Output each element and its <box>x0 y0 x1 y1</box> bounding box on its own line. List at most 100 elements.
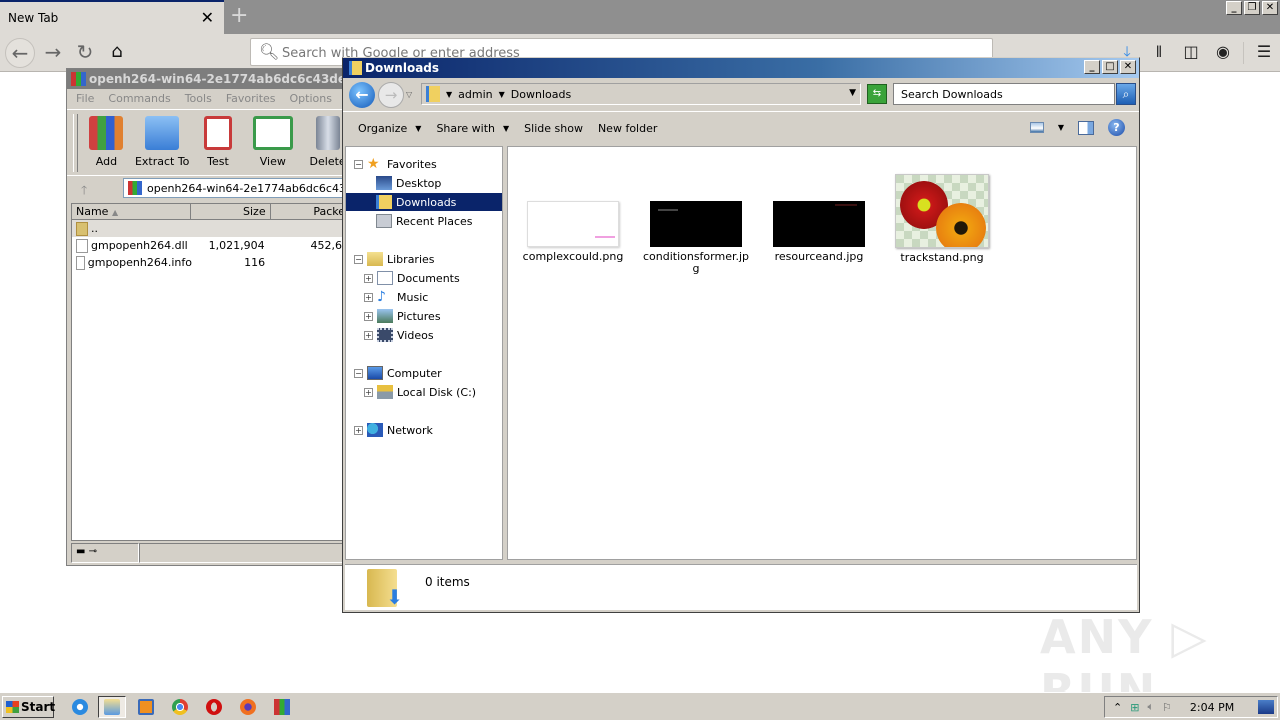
menu-options[interactable]: Options <box>290 92 332 109</box>
back-button[interactable]: ← <box>5 38 35 68</box>
help-icon[interactable]: ? <box>1108 119 1125 136</box>
collapse-icon[interactable]: − <box>354 254 363 264</box>
list-item[interactable]: gmpopenh264.dll 1,021,904 452,690 <box>72 237 356 254</box>
expand-icon[interactable]: + <box>364 273 373 283</box>
sort-asc-icon: ▲ <box>111 208 119 217</box>
new-tab-button[interactable]: + <box>230 3 248 28</box>
taskbar-explorer[interactable] <box>98 696 126 718</box>
internet-explorer-icon <box>72 699 88 715</box>
list-item-parent[interactable]: .. <box>72 220 356 237</box>
organize-button[interactable]: Organize ▼ <box>358 122 421 135</box>
up-arrow-icon[interactable]: 🡑 <box>81 181 87 202</box>
view-label: View <box>259 155 286 168</box>
sidebar-icon[interactable]: ◫ <box>1175 38 1207 68</box>
expand-icon[interactable]: + <box>364 311 373 321</box>
tree-label: Music <box>397 290 429 304</box>
recent-pages-dropdown[interactable]: ▽ <box>406 90 412 99</box>
action-center-flag-icon[interactable]: ⚐ <box>1162 701 1172 714</box>
taskbar-opera[interactable] <box>200 696 228 718</box>
refresh-button[interactable]: ⇆ <box>867 84 887 104</box>
file-item[interactable]: complexcould.png <box>518 201 628 263</box>
clock[interactable]: 2:04 PM <box>1190 701 1234 714</box>
view-button[interactable]: View <box>245 114 300 175</box>
tree-item-videos[interactable]: + Videos <box>364 326 434 344</box>
tree-item-computer[interactable]: − Computer <box>354 364 442 382</box>
search-icon[interactable]: ⌕ <box>1116 83 1136 105</box>
collapse-icon[interactable]: − <box>354 159 363 169</box>
show-desktop-button[interactable] <box>1258 700 1274 714</box>
forward-button[interactable]: → <box>38 38 68 68</box>
menu-icon[interactable]: ☰ <box>1248 38 1280 68</box>
menu-commands[interactable]: Commands <box>108 92 170 109</box>
back-button[interactable]: ← <box>349 82 375 108</box>
folder-icon <box>104 699 120 715</box>
tree-item-local-disk[interactable]: + Local Disk (C:) <box>364 383 476 401</box>
volume-icon[interactable]: 🔈︎ <box>1147 700 1154 714</box>
minimize-button[interactable]: _ <box>1226 1 1242 15</box>
taskbar-winrar[interactable] <box>268 696 296 718</box>
tree-item-favorites[interactable]: − ★ Favorites <box>354 155 437 173</box>
taskbar-chrome[interactable] <box>166 696 194 718</box>
expand-icon[interactable]: + <box>354 425 363 435</box>
maximize-button[interactable]: □ <box>1102 60 1118 74</box>
tree-item-desktop[interactable]: Desktop <box>376 174 441 192</box>
tree-item-documents[interactable]: + Documents <box>364 269 460 287</box>
tree-item-downloads[interactable]: Downloads <box>346 193 502 211</box>
forward-button[interactable]: → <box>378 82 404 108</box>
slide-show-button[interactable]: Slide show <box>524 122 583 135</box>
file-item[interactable]: conditionsformer.jpg <box>641 201 751 275</box>
tree-item-network[interactable]: + Network <box>354 421 433 439</box>
start-label: Start <box>21 700 56 714</box>
test-button[interactable]: Test <box>191 114 246 175</box>
expand-icon[interactable]: + <box>364 330 373 340</box>
share-with-button[interactable]: Share with ▼ <box>436 122 509 135</box>
network-status-icon[interactable]: ⊞ <box>1130 701 1139 714</box>
menu-tools[interactable]: Tools <box>185 92 212 109</box>
minimize-button[interactable]: _ <box>1084 60 1100 74</box>
menu-file[interactable]: File <box>76 92 94 109</box>
taskbar-media-player[interactable] <box>132 696 160 718</box>
extract-to-button[interactable]: Extract To <box>134 114 191 175</box>
close-button[interactable]: ✕ <box>1120 60 1136 74</box>
winrar-icon <box>274 699 290 715</box>
preview-pane-icon[interactable] <box>1078 120 1094 135</box>
taskbar-firefox[interactable] <box>234 696 262 718</box>
tree-item-recent-places[interactable]: Recent Places <box>376 212 473 230</box>
change-view-icon[interactable] <box>1029 122 1044 133</box>
file-item[interactable]: trackstand.png <box>887 174 997 264</box>
file-item[interactable]: resourceand.jpg <box>764 201 874 263</box>
tree-item-pictures[interactable]: + Pictures <box>364 307 441 325</box>
delete-trash-icon <box>315 116 340 150</box>
tree-item-music[interactable]: + ♪ Music <box>364 288 428 306</box>
column-size[interactable]: Size <box>191 204 271 220</box>
archive-path-field[interactable]: openh264-win64-2e1774ab6dc6c43debb <box>123 178 357 198</box>
column-name[interactable]: Name ▲ <box>72 204 192 220</box>
view-dropdown-icon[interactable]: ▼ <box>1058 123 1064 132</box>
tab-new-tab[interactable]: New Tab ✕ <box>0 0 224 34</box>
address-bar[interactable]: ▼ admin ▼ Downloads ▼ <box>421 83 861 105</box>
reload-button[interactable]: ↻ <box>70 38 100 68</box>
add-button[interactable]: Add <box>79 114 134 175</box>
restore-button[interactable]: ❐ <box>1244 1 1260 15</box>
breadcrumb-separator-icon[interactable]: ▼ <box>446 90 452 99</box>
library-icon[interactable]: 𝍪 <box>1143 38 1175 68</box>
start-button[interactable]: Start <box>2 696 56 718</box>
home-button[interactable]: ⌂ <box>102 38 132 68</box>
breadcrumb-admin[interactable]: admin <box>458 88 492 101</box>
account-icon[interactable]: ◉ <box>1207 38 1239 68</box>
list-item[interactable]: gmpopenh264.info 116 97 <box>72 254 356 271</box>
tree-item-libraries[interactable]: − Libraries <box>354 250 435 268</box>
address-dropdown-icon[interactable]: ▼ <box>849 88 856 98</box>
breadcrumb-separator-icon[interactable]: ▼ <box>499 90 505 99</box>
taskbar-internet-explorer[interactable] <box>66 696 94 718</box>
menu-favorites[interactable]: Favorites <box>226 92 276 109</box>
search-input[interactable]: Search Downloads <box>893 83 1115 105</box>
expand-icon[interactable]: + <box>364 292 373 302</box>
breadcrumb-downloads[interactable]: Downloads <box>511 88 571 101</box>
collapse-icon[interactable]: − <box>354 368 363 378</box>
show-hidden-icons[interactable]: ⌃ <box>1113 701 1122 714</box>
expand-icon[interactable]: + <box>364 387 373 397</box>
tab-close-icon[interactable]: ✕ <box>201 8 214 27</box>
new-folder-button[interactable]: New folder <box>598 122 657 135</box>
close-button[interactable]: ✕ <box>1262 1 1278 15</box>
